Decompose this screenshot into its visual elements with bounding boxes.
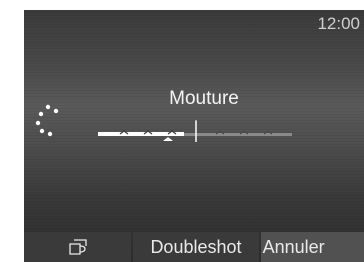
display-screen: 12:00 Mouture Doubleshot Annuler [24, 10, 364, 262]
cup-icon [69, 239, 87, 255]
status-bar: 12:00 [24, 10, 364, 40]
target-marker [195, 120, 197, 121]
cancel-button[interactable]: Annuler [260, 232, 364, 262]
doubleshot-button[interactable]: Doubleshot [133, 232, 259, 262]
setting-title: Mouture [169, 88, 239, 109]
current-position-marker [163, 137, 173, 141]
grind-slider[interactable] [98, 120, 298, 160]
cup-button[interactable] [24, 232, 132, 262]
softkey-bar: Doubleshot Annuler [24, 232, 364, 262]
clock: 12:00 [317, 14, 360, 33]
loading-spinner-icon [35, 104, 59, 137]
